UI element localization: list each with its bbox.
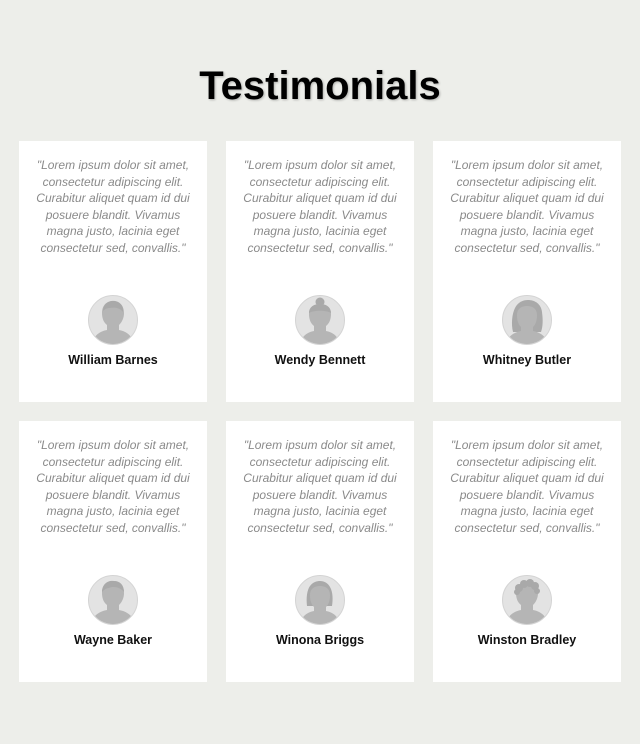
male-silhouette-icon xyxy=(88,575,138,625)
male-silhouette-icon xyxy=(88,295,138,345)
testimonial-author: Winona Briggs xyxy=(275,633,365,647)
testimonial-card: "Lorem ipsum dolor sit amet, consectetur… xyxy=(226,421,414,682)
testimonial-quote: "Lorem ipsum dolor sit amet, consectetur… xyxy=(243,438,397,535)
testimonial-card: "Lorem ipsum dolor sit amet, consectetur… xyxy=(433,141,621,402)
testimonial-author: Winston Bradley xyxy=(477,633,577,647)
testimonials-grid: "Lorem ipsum dolor sit amet, consectetur… xyxy=(19,141,621,682)
testimonial-author: Whitney Butler xyxy=(482,353,572,367)
testimonial-author: Wendy Bennett xyxy=(274,353,366,367)
testimonial-card: "Lorem ipsum dolor sit amet, consectetur… xyxy=(226,141,414,402)
testimonial-author: Wayne Baker xyxy=(73,633,153,647)
testimonial-quote: "Lorem ipsum dolor sit amet, consectetur… xyxy=(450,438,604,535)
female-bun-silhouette-icon xyxy=(295,295,345,345)
testimonial-quote: "Lorem ipsum dolor sit amet, consectetur… xyxy=(36,438,190,535)
testimonial-author: William Barnes xyxy=(68,353,158,367)
testimonial-quote: "Lorem ipsum dolor sit amet, consectetur… xyxy=(36,158,190,255)
testimonial-card: "Lorem ipsum dolor sit amet, consectetur… xyxy=(19,421,207,682)
testimonial-quote: "Lorem ipsum dolor sit amet, consectetur… xyxy=(243,158,397,255)
testimonial-card: "Lorem ipsum dolor sit amet, consectetur… xyxy=(433,421,621,682)
testimonial-quote: "Lorem ipsum dolor sit amet, consectetur… xyxy=(450,158,604,255)
male-curly-hair-silhouette-icon xyxy=(502,575,552,625)
female-long-hair-silhouette-icon xyxy=(502,295,552,345)
page-title: Testimonials xyxy=(199,64,441,108)
female-bob-silhouette-icon xyxy=(295,575,345,625)
testimonial-card: "Lorem ipsum dolor sit amet, consectetur… xyxy=(19,141,207,402)
